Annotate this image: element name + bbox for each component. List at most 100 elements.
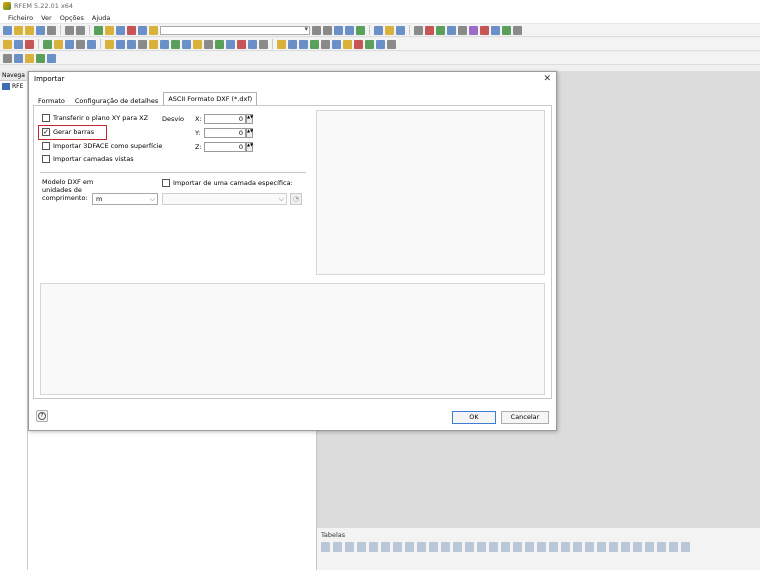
window-select-icon[interactable] (14, 53, 23, 63)
navigator-root-item[interactable]: RFE (0, 81, 27, 92)
offset-z-spinner[interactable]: ▲▼ (246, 142, 253, 152)
menu-ajuda[interactable]: Ajuda (92, 14, 110, 22)
menu-ficheiro[interactable]: Ficheiro (8, 14, 33, 22)
open-folder-icon[interactable] (25, 25, 34, 35)
menu-ver[interactable]: Ver (41, 14, 52, 22)
load-icon[interactable] (105, 39, 114, 49)
table-tool-icon[interactable] (381, 542, 390, 552)
snap-icon[interactable] (385, 25, 394, 35)
view-xy-icon[interactable] (310, 39, 319, 49)
menu-opcoes[interactable]: Opções (60, 14, 84, 22)
table-tool-icon[interactable] (621, 542, 630, 552)
results-icon[interactable] (105, 25, 114, 35)
cut-icon[interactable] (193, 39, 202, 49)
table-tool-icon[interactable] (561, 542, 570, 552)
offset-x-spinner[interactable]: ▲▼ (246, 114, 253, 124)
transfer-plane-option[interactable]: Transferir o plano XY para XZ (42, 114, 148, 122)
table-tool-icon[interactable] (513, 542, 522, 552)
import-3dface-option[interactable]: Importar 3DFACE como superfície (42, 142, 162, 150)
table-tool-icon[interactable] (681, 542, 690, 552)
print-preview-icon[interactable] (149, 25, 158, 35)
table-tool-icon[interactable] (501, 542, 510, 552)
divide-icon[interactable] (237, 39, 246, 49)
hinge-icon[interactable] (87, 39, 96, 49)
table-tool-icon[interactable] (321, 542, 330, 552)
specific-layer-option[interactable]: Importar de uma camada específica: (162, 179, 293, 187)
undo-icon[interactable] (65, 25, 74, 35)
ok-button[interactable]: OK (452, 411, 496, 424)
window-icon[interactable] (138, 25, 147, 35)
member-icon[interactable] (43, 39, 52, 49)
table-tool-icon[interactable] (633, 542, 642, 552)
delete-icon[interactable] (480, 25, 489, 35)
table-tool-icon[interactable] (441, 542, 450, 552)
material-icon[interactable] (149, 39, 158, 49)
display-icon[interactable] (116, 25, 125, 35)
table-tool-icon[interactable] (597, 542, 606, 552)
table-tool-icon[interactable] (465, 542, 474, 552)
connect-icon[interactable] (248, 39, 257, 49)
settings-icon[interactable] (513, 25, 522, 35)
offset-x-input[interactable]: 0 (204, 114, 246, 124)
tab-ascii-dxf[interactable]: ASCII Formato DXF (*.dxf) (163, 92, 258, 106)
table-tool-icon[interactable] (429, 542, 438, 552)
import-layers-checkbox[interactable] (42, 155, 50, 163)
table-tool-icon[interactable] (609, 542, 618, 552)
close-icon[interactable]: ✕ (543, 74, 551, 84)
dimension-icon[interactable] (160, 39, 169, 49)
offset-y-input[interactable]: 0 (204, 128, 246, 138)
table-tool-icon[interactable] (417, 542, 426, 552)
table-tool-icon[interactable] (645, 542, 654, 552)
wireframe-icon[interactable] (332, 39, 341, 49)
table-tool-icon[interactable] (573, 542, 582, 552)
model-icon[interactable] (356, 25, 365, 35)
view-yz-icon[interactable] (299, 39, 308, 49)
node-icon[interactable] (14, 39, 23, 49)
filter-icon[interactable] (414, 25, 423, 35)
align-icon[interactable] (259, 39, 268, 49)
pick-layer-icon[interactable]: ◔ (290, 193, 302, 205)
save-icon[interactable] (36, 25, 45, 35)
support-icon[interactable] (76, 39, 85, 49)
table-tool-icon[interactable] (333, 542, 342, 552)
grid-icon[interactable] (374, 25, 383, 35)
open-file-icon[interactable] (14, 25, 23, 35)
redo-icon[interactable] (76, 25, 85, 35)
rotate-icon[interactable] (491, 25, 500, 35)
calculate-icon[interactable] (94, 25, 103, 35)
gerar-barras-option[interactable]: ✓ Gerar barras (42, 128, 94, 136)
check-icon[interactable] (436, 25, 445, 35)
copy-icon[interactable] (204, 39, 213, 49)
layer-select[interactable]: ⌵ (162, 193, 287, 205)
table-tool-icon[interactable] (369, 542, 378, 552)
view-icon[interactable] (334, 25, 343, 35)
gerar-barras-checkbox[interactable]: ✓ (42, 128, 50, 136)
mirror-icon[interactable] (502, 25, 511, 35)
load-case-icon[interactable] (116, 39, 125, 49)
surface-icon[interactable] (54, 39, 63, 49)
table-tool-icon[interactable] (345, 542, 354, 552)
zoom-icon[interactable] (458, 25, 467, 35)
help-button[interactable]: ? (36, 410, 48, 422)
solid-icon[interactable] (65, 39, 74, 49)
line-icon[interactable] (25, 39, 34, 49)
coord-icon[interactable] (182, 39, 191, 49)
table-tool-icon[interactable] (477, 542, 486, 552)
table-tool-icon[interactable] (453, 542, 462, 552)
graphic-settings-icon[interactable] (387, 39, 396, 49)
table-tool-icon[interactable] (537, 542, 546, 552)
table-tool-icon[interactable] (393, 542, 402, 552)
new-file-icon[interactable] (3, 25, 12, 35)
view-x-icon[interactable] (345, 25, 354, 35)
table-tool-icon[interactable] (669, 542, 678, 552)
color-icon[interactable] (469, 25, 478, 35)
arrow-left-icon[interactable] (312, 25, 321, 35)
offset-y-spinner[interactable]: ▲▼ (246, 128, 253, 138)
table-tool-icon[interactable] (489, 542, 498, 552)
lasso-icon[interactable] (25, 53, 34, 63)
cancel-button[interactable]: Cancelar (501, 411, 549, 424)
pointer-icon[interactable] (3, 53, 12, 63)
numbering-icon[interactable] (376, 39, 385, 49)
visibility-icon[interactable] (365, 39, 374, 49)
cloud-icon[interactable] (47, 53, 56, 63)
